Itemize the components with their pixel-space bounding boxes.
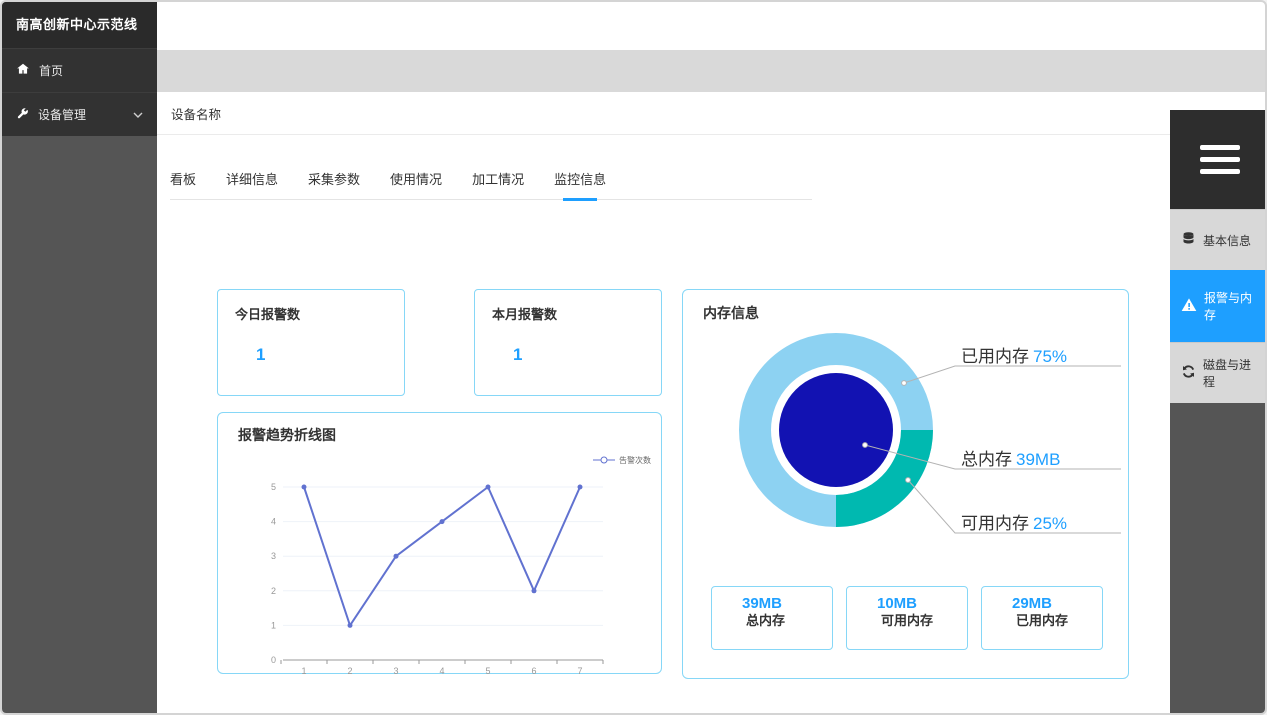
svg-text:7: 7 <box>577 666 582 675</box>
main-panel: 设备名称 看板 详细信息 采集参数 使用情况 加工情况 监控信息 今日报警数 1… <box>157 92 1170 715</box>
tab-monitoring[interactable]: 监控信息 <box>554 169 606 188</box>
tab-collect-params[interactable]: 采集参数 <box>308 169 360 188</box>
memory-info-card: 内存信息 已用内存75% 总内存39 <box>682 289 1129 679</box>
svg-text:0: 0 <box>271 655 276 665</box>
top-gray-band <box>157 50 1267 92</box>
free-memory-callout: 可用内存25% <box>961 509 1067 534</box>
total-memory-callout: 总内存39MB <box>961 445 1060 470</box>
dashboard-screen: 南高创新中心示范线 首页 设备管理 设备名称 看板 详细信息 采集参数 <box>0 0 1267 715</box>
donut-center-circle <box>779 373 893 487</box>
today-alarm-card: 今日报警数 1 <box>217 289 405 396</box>
tab-bar: 看板 详细信息 采集参数 使用情况 加工情况 监控信息 <box>170 157 812 200</box>
svg-text:1: 1 <box>301 666 306 675</box>
menu-toggle-button[interactable] <box>1170 110 1267 209</box>
line-chart: 0 1 2 3 4 5 1 2 3 4 5 6 7 <box>218 413 663 675</box>
svg-text:5: 5 <box>271 482 276 492</box>
sidebar-item-label: 磁盘与进程 <box>1203 356 1258 390</box>
used-memory-callout: 已用内存75% <box>961 342 1067 367</box>
sidebar-item-basic-info[interactable]: 基本信息 <box>1170 209 1267 270</box>
refresh-icon <box>1181 364 1196 382</box>
svg-text:1: 1 <box>271 620 276 630</box>
mini-card-title: 总内存 <box>746 610 785 629</box>
callout-value: 39MB <box>1016 450 1060 469</box>
chevron-down-icon <box>133 112 143 118</box>
right-sidebar-filler <box>1170 403 1267 715</box>
app-title: 南高创新中心示范线 <box>2 2 157 48</box>
wrench-icon <box>16 107 29 123</box>
sidebar-item-label: 设备管理 <box>38 106 86 123</box>
callout-name: 总内存 <box>961 450 1012 469</box>
left-sidebar: 南高创新中心示范线 首页 设备管理 <box>2 2 157 715</box>
total-memory-card: 总内存 39MB <box>711 586 833 650</box>
sidebar-item-device-management[interactable]: 设备管理 <box>2 92 157 136</box>
callout-value: 25% <box>1033 514 1067 533</box>
card-title: 本月报警数 <box>492 304 661 323</box>
active-tab-indicator <box>563 198 597 201</box>
svg-text:3: 3 <box>271 551 276 561</box>
sidebar-item-home[interactable]: 首页 <box>2 48 157 92</box>
svg-text:4: 4 <box>439 666 444 675</box>
alarm-trend-chart-card: 报警趋势折线图 告警次数 0123451234567 <box>217 412 662 674</box>
tab-detail-info[interactable]: 详细信息 <box>226 169 278 188</box>
device-name-header: 设备名称 <box>157 92 1170 135</box>
free-memory-card: 可用内存 10MB <box>846 586 968 650</box>
card-value: 1 <box>256 345 404 365</box>
card-title: 今日报警数 <box>235 304 404 323</box>
sidebar-item-label: 报警与内存 <box>1204 289 1258 323</box>
mini-card-title: 可用内存 <box>881 610 933 629</box>
tab-processing[interactable]: 加工情况 <box>472 169 524 188</box>
svg-text:5: 5 <box>485 666 490 675</box>
sidebar-item-label: 基本信息 <box>1203 232 1251 249</box>
svg-text:2: 2 <box>347 666 352 675</box>
card-value: 1 <box>513 345 661 365</box>
home-icon <box>16 62 30 79</box>
svg-text:6: 6 <box>531 666 536 675</box>
svg-text:4: 4 <box>271 517 276 527</box>
device-name-label: 设备名称 <box>171 104 221 123</box>
callout-value: 75% <box>1033 347 1067 366</box>
used-memory-card: 已用内存 29MB <box>981 586 1103 650</box>
tab-dashboard[interactable]: 看板 <box>170 169 196 188</box>
database-icon <box>1181 231 1196 249</box>
warning-icon <box>1181 297 1197 316</box>
tab-usage[interactable]: 使用情况 <box>390 169 442 188</box>
sidebar-item-alarm-memory[interactable]: 报警与内存 <box>1170 270 1267 342</box>
sidebar-item-label: 首页 <box>39 62 63 79</box>
callout-name: 可用内存 <box>961 514 1029 533</box>
hamburger-icon <box>1200 145 1240 150</box>
right-sidebar: 基本信息 报警与内存 磁盘与进程 <box>1170 92 1267 715</box>
mini-card-title: 已用内存 <box>1016 610 1068 629</box>
svg-text:3: 3 <box>393 666 398 675</box>
svg-text:2: 2 <box>271 586 276 596</box>
sidebar-item-disk-process[interactable]: 磁盘与进程 <box>1170 342 1267 403</box>
callout-name: 已用内存 <box>961 347 1029 366</box>
month-alarm-card: 本月报警数 1 <box>474 289 662 396</box>
